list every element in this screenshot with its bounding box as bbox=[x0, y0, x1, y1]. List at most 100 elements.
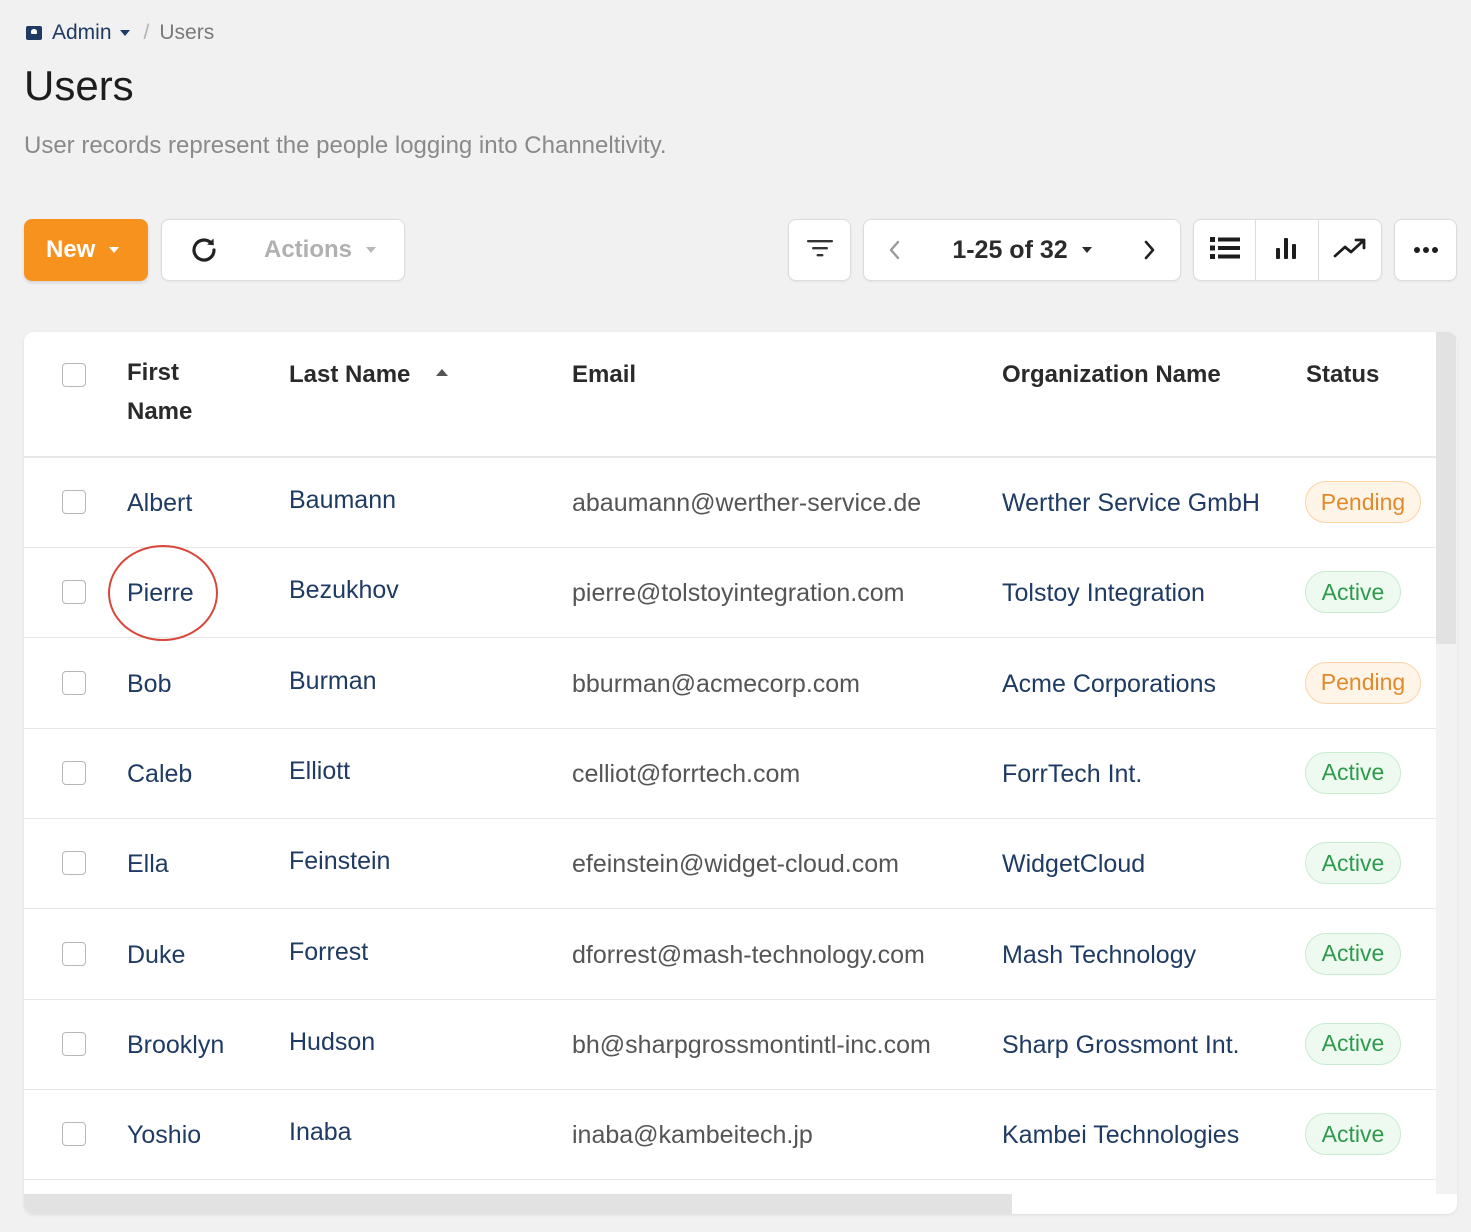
last-name-link[interactable]: Burman bbox=[289, 666, 377, 696]
table-row[interactable]: Duke Forrest dforrest@mash-technology.com M… bbox=[24, 909, 1436, 1000]
refresh-icon[interactable] bbox=[186, 232, 222, 268]
organization-link[interactable]: ForrTech Int. bbox=[1002, 759, 1142, 789]
users-table: First Name Last Name Email Organization … bbox=[24, 332, 1457, 1214]
email-cell: abaumann@werther-service.de bbox=[572, 489, 922, 517]
chevron-left-icon[interactable] bbox=[888, 240, 902, 260]
page-title: Users bbox=[24, 62, 134, 109]
first-name-link[interactable]: Pierre bbox=[127, 578, 194, 608]
header-first-name[interactable]: First Name bbox=[127, 353, 247, 431]
last-name-link[interactable]: Forrest bbox=[289, 937, 368, 967]
status-badge: Active bbox=[1305, 1022, 1401, 1065]
last-name-link[interactable]: Elliott bbox=[289, 756, 350, 786]
chevron-right-icon[interactable] bbox=[1142, 240, 1156, 260]
sort-ascending-icon bbox=[436, 369, 449, 377]
header-last-name-label: Last Name bbox=[289, 361, 411, 388]
header-status[interactable]: Status bbox=[1306, 355, 1379, 394]
first-name-link[interactable]: Yoshio bbox=[127, 1120, 201, 1150]
row-checkbox[interactable] bbox=[62, 851, 86, 876]
first-name-link[interactable]: Brooklyn bbox=[127, 1030, 224, 1060]
status-badge: Active bbox=[1305, 842, 1401, 885]
filter-button[interactable] bbox=[788, 219, 851, 281]
status-badge: Active bbox=[1305, 751, 1401, 794]
header-email[interactable]: Email bbox=[572, 355, 636, 394]
chart-view-button[interactable] bbox=[1256, 220, 1319, 280]
new-button[interactable]: New bbox=[24, 219, 148, 281]
last-name-link[interactable]: Bezukhov bbox=[289, 575, 399, 605]
breadcrumb-admin[interactable]: Admin bbox=[52, 21, 112, 45]
organization-link[interactable]: Werther Service GmbH bbox=[1002, 488, 1260, 518]
new-button-label: New bbox=[46, 236, 96, 263]
last-name-link[interactable]: Inaba bbox=[289, 1117, 352, 1147]
header-last-name[interactable]: Last Name bbox=[289, 355, 449, 394]
status-badge: Active bbox=[1305, 571, 1401, 614]
email-cell: efeinstein@widget-cloud.com bbox=[572, 850, 899, 879]
chevron-down-icon bbox=[109, 247, 120, 253]
horizontal-scrollbar-thumb[interactable] bbox=[24, 1194, 1012, 1214]
last-name-link[interactable]: Feinstein bbox=[289, 846, 390, 876]
table-row[interactable]: Pierre Bezukhov pierre@tolstoyintegration.… bbox=[24, 547, 1436, 639]
trend-view-button[interactable] bbox=[1319, 220, 1381, 280]
header-organization-name[interactable]: Organization Name bbox=[1002, 355, 1221, 394]
chevron-down-icon[interactable] bbox=[119, 30, 130, 36]
list-view-icon bbox=[1209, 235, 1241, 266]
page-description: User records represent the people loggin… bbox=[24, 132, 667, 159]
email-cell: dforrest@mash-technology.com bbox=[572, 940, 925, 969]
actions-button[interactable]: Actions bbox=[264, 236, 352, 264]
email-cell: inaba@kambeitech.jp bbox=[572, 1121, 813, 1150]
row-checkbox[interactable] bbox=[62, 1031, 86, 1056]
first-name-link[interactable]: Bob bbox=[127, 669, 171, 699]
last-name-link[interactable]: Baumann bbox=[289, 485, 396, 515]
table-row[interactable]: Caleb Elliott celliot@forrtech.com ForrTech… bbox=[24, 728, 1436, 819]
email-cell: celliot@forrtech.com bbox=[572, 759, 801, 788]
row-checkbox[interactable] bbox=[62, 941, 86, 966]
organization-link[interactable]: Acme Corporations bbox=[1002, 669, 1216, 699]
bar-chart-icon bbox=[1273, 235, 1301, 266]
email-cell: pierre@tolstoyintegration.com bbox=[572, 579, 905, 608]
view-switcher bbox=[1193, 219, 1382, 281]
table-row[interactable]: Ella Feinstein efeinstein@widget-cloud.com… bbox=[24, 818, 1436, 910]
table-header: First Name Last Name Email Organization … bbox=[24, 332, 1436, 458]
organization-link[interactable]: WidgetCloud bbox=[1002, 849, 1145, 879]
email-cell: bburman@acmecorp.com bbox=[572, 669, 860, 698]
first-name-link[interactable]: Caleb bbox=[127, 759, 192, 789]
organization-link[interactable]: Sharp Grossmont Int. bbox=[1002, 1030, 1240, 1060]
chevron-down-icon bbox=[366, 247, 377, 253]
table-row[interactable]: Bob Burman bburman@acmecorp.com Acme Corpor… bbox=[24, 638, 1436, 729]
refresh-actions-group: Actions bbox=[161, 219, 405, 281]
email-cell: bh@sharpgrossmontintl-inc.com bbox=[572, 1030, 931, 1059]
breadcrumb-separator: / bbox=[143, 21, 150, 44]
select-all-checkbox[interactable] bbox=[62, 363, 86, 387]
chevron-down-icon bbox=[1081, 247, 1092, 253]
filter-icon bbox=[806, 237, 834, 264]
pagination-control: 1-25 of 32 bbox=[863, 219, 1181, 281]
list-view-button[interactable] bbox=[1194, 220, 1257, 280]
status-badge: Pending bbox=[1305, 481, 1421, 523]
more-options-button[interactable] bbox=[1394, 219, 1457, 281]
row-checkbox[interactable] bbox=[62, 1122, 86, 1147]
contact-card-icon bbox=[26, 26, 42, 40]
table-row[interactable]: Yoshio Inaba inaba@kambeitech.jp Kambei Tec… bbox=[24, 1089, 1436, 1181]
table-row[interactable]: Brooklyn Hudson bh@sharpgrossmontintl-inc.… bbox=[24, 999, 1436, 1090]
vertical-scrollbar-thumb[interactable] bbox=[1436, 332, 1456, 644]
row-checkbox[interactable] bbox=[62, 670, 86, 695]
last-name-link[interactable]: Hudson bbox=[289, 1027, 375, 1057]
row-checkbox[interactable] bbox=[62, 580, 86, 605]
organization-link[interactable]: Kambei Technologies bbox=[1002, 1120, 1239, 1150]
organization-link[interactable]: Tolstoy Integration bbox=[1002, 578, 1205, 608]
organization-link[interactable]: Mash Technology bbox=[1002, 940, 1196, 970]
first-name-link[interactable]: Ella bbox=[127, 849, 169, 879]
row-checkbox[interactable] bbox=[62, 760, 86, 785]
status-badge: Pending bbox=[1305, 661, 1421, 704]
more-horizontal-icon bbox=[1413, 241, 1439, 259]
trend-icon bbox=[1333, 236, 1367, 265]
status-badge: Active bbox=[1305, 1113, 1401, 1156]
breadcrumb-current: Users bbox=[159, 21, 215, 44]
pagination-dropdown[interactable]: 1-25 of 32 bbox=[952, 235, 1092, 265]
table-row[interactable]: Albert Baumann abaumann@werther-service.de… bbox=[24, 457, 1436, 548]
breadcrumb: Admin / Users bbox=[26, 20, 214, 46]
status-badge: Active bbox=[1305, 932, 1401, 975]
first-name-link[interactable]: Albert bbox=[127, 488, 192, 518]
pagination-label: 1-25 of 32 bbox=[952, 235, 1068, 264]
row-checkbox[interactable] bbox=[62, 490, 86, 514]
first-name-link[interactable]: Duke bbox=[127, 940, 185, 970]
